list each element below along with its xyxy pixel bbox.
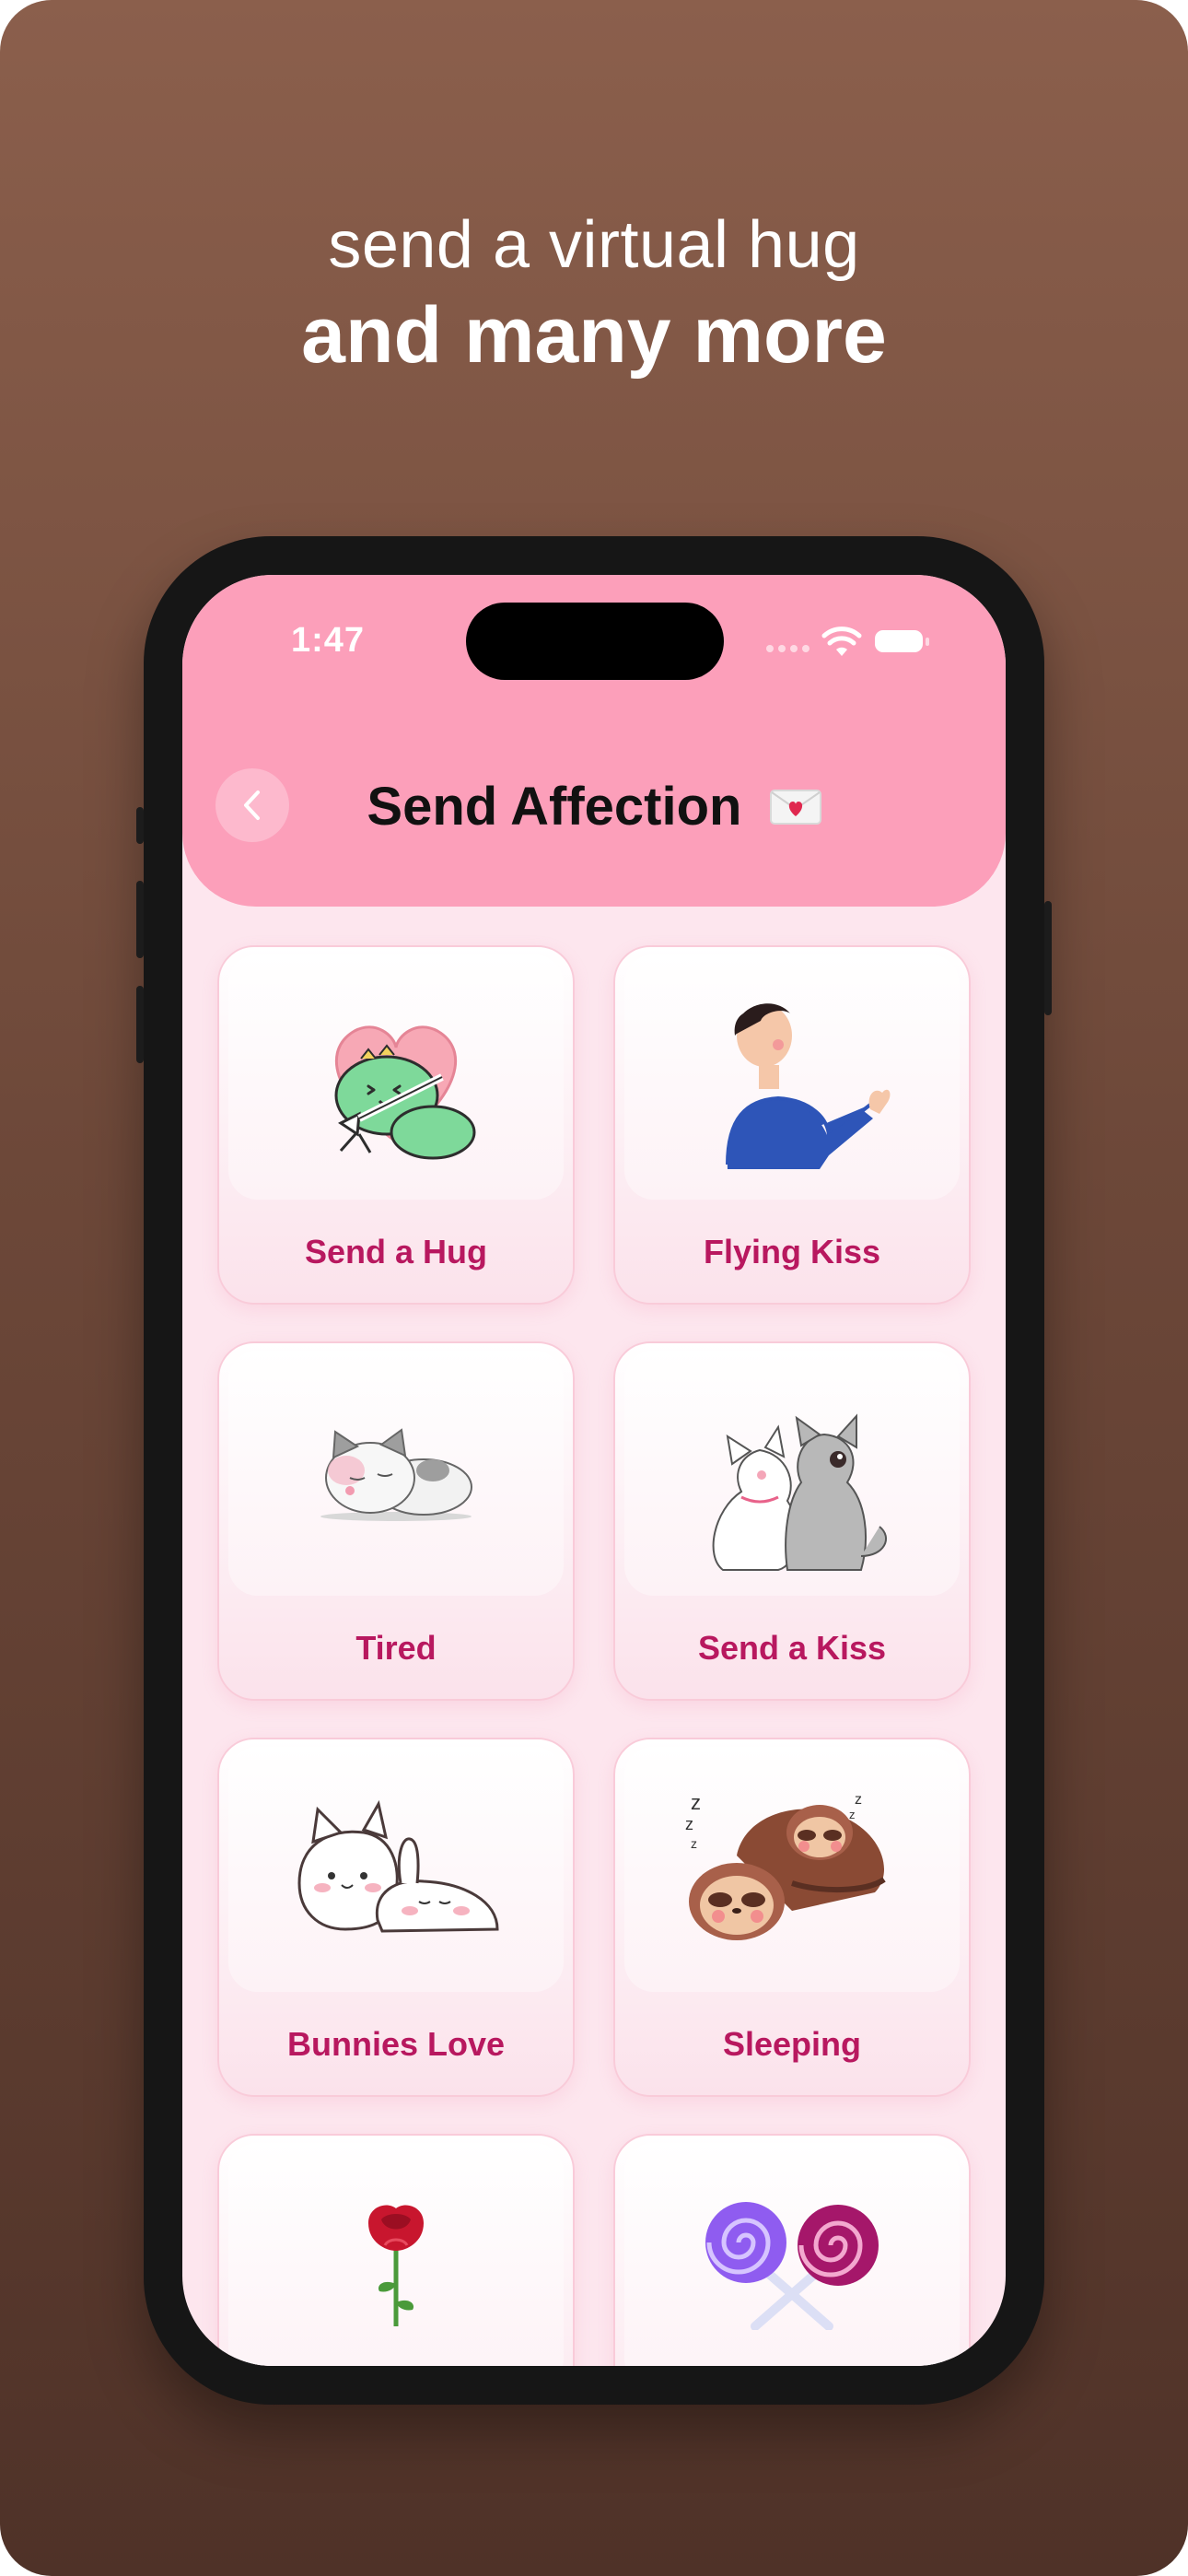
phone-frame: 1:47 Send Affection Send a Hug Flying Ki…	[136, 536, 1052, 2405]
card-image: z z z z z	[624, 1747, 960, 1992]
card-lollipops[interactable]	[613, 2134, 971, 2366]
flying-kiss-icon	[726, 1003, 891, 1169]
svg-text:z: z	[849, 1808, 856, 1821]
svg-text:z: z	[685, 1815, 693, 1833]
card-tired[interactable]: Tired	[217, 1341, 575, 1701]
promo-line-1: send a virtual hug	[328, 208, 860, 282]
card-image	[624, 954, 960, 1200]
power-button	[1044, 901, 1052, 1015]
card-image	[228, 1351, 564, 1596]
card-image	[228, 2143, 564, 2366]
volume-up-button	[136, 881, 144, 958]
action-button	[136, 807, 144, 844]
rose-icon	[368, 2205, 424, 2326]
card-label: Bunnies Love	[286, 2025, 506, 2063]
page-title-text: Send Affection	[367, 777, 742, 837]
svg-text:z: z	[691, 1836, 697, 1851]
card-image	[228, 1747, 564, 1992]
lollipops-icon	[705, 2202, 879, 2330]
bunnies-love-icon	[297, 1800, 499, 1933]
love-letter-icon	[769, 789, 821, 825]
card-image	[624, 1351, 960, 1596]
card-image	[624, 2143, 960, 2366]
svg-text:z: z	[691, 1791, 701, 1814]
wifi-icon	[821, 626, 862, 656]
card-image	[228, 954, 564, 1200]
signal-icon	[766, 645, 809, 652]
card-sleeping[interactable]: z z z z z Sleeping	[613, 1738, 971, 2097]
svg-text:z: z	[855, 1792, 862, 1808]
card-label: Flying Kiss	[703, 1233, 881, 1270]
hug-dino-icon	[334, 1025, 476, 1160]
battery-icon	[875, 630, 929, 652]
tired-cat-icon	[320, 1428, 472, 1521]
promo-headline: send a virtual hug and many more	[0, 205, 1188, 385]
card-rose[interactable]	[217, 2134, 575, 2366]
volume-down-button	[136, 986, 144, 1063]
kissing-cats-icon	[712, 1413, 888, 1571]
card-send-a-kiss[interactable]: Send a Kiss	[613, 1341, 971, 1701]
card-label: Send a Kiss	[697, 1629, 887, 1667]
app-screen: 1:47 Send Affection Send a Hug Flying Ki…	[182, 575, 1006, 2366]
status-time: 1:47	[291, 621, 366, 660]
promo-line-2: and many more	[301, 291, 887, 380]
promo-background: send a virtual hug and many more 1:47 Se…	[0, 0, 1188, 2576]
card-flying-kiss[interactable]: Flying Kiss	[613, 945, 971, 1305]
card-label: Sleeping	[722, 2025, 862, 2063]
sleeping-sloths-icon: z z z z z	[685, 1791, 886, 1940]
card-send-a-hug[interactable]: Send a Hug	[217, 945, 575, 1305]
page-title: Send Affection	[182, 776, 1006, 837]
card-label: Tired	[355, 1629, 437, 1667]
dynamic-island	[466, 603, 724, 680]
card-bunnies-love[interactable]: Bunnies Love	[217, 1738, 575, 2097]
app-header: 1:47 Send Affection	[182, 575, 1006, 907]
card-label: Send a Hug	[304, 1233, 488, 1270]
